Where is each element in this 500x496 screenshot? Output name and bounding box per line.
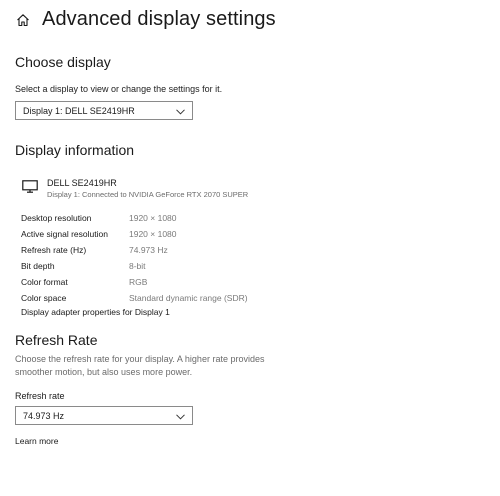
info-row-color-format: Color format RGB	[21, 274, 248, 290]
info-label: Active signal resolution	[21, 229, 108, 239]
info-row-refresh-rate: Refresh rate (Hz) 74.973 Hz	[21, 242, 248, 258]
info-label: Bit depth	[21, 261, 55, 271]
display-info-table: Desktop resolution 1920 × 1080 Active si…	[21, 210, 248, 306]
chevron-down-icon	[176, 107, 185, 115]
refresh-rate-heading: Refresh Rate	[15, 332, 98, 348]
learn-more-link[interactable]: Learn more	[15, 436, 58, 446]
refresh-rate-value: 74.973 Hz	[23, 410, 65, 421]
monitor-connection: Display 1: Connected to NVIDIA GeForce R…	[47, 190, 249, 199]
page-title: Advanced display settings	[42, 8, 276, 30]
chevron-down-icon	[176, 412, 185, 420]
settings-page: Advanced display settings Choose display…	[0, 0, 500, 496]
monitor-summary: DELL SE2419HR Display 1: Connected to NV…	[22, 178, 248, 199]
info-value: RGB	[129, 277, 148, 287]
monitor-text: DELL SE2419HR Display 1: Connected to NV…	[47, 178, 248, 199]
info-label: Desktop resolution	[21, 213, 92, 223]
page-header: Advanced display settings	[16, 8, 276, 31]
info-row-color-space: Color space Standard dynamic range (SDR)	[21, 290, 248, 306]
refresh-rate-dropdown[interactable]: 74.973 Hz	[15, 406, 193, 425]
info-label: Color space	[21, 293, 67, 303]
info-value: 1920 × 1080	[129, 213, 177, 223]
choose-display-description: Select a display to view or change the s…	[15, 84, 223, 94]
info-value: 74.973 Hz	[129, 245, 168, 255]
display-select-value: Display 1: DELL SE2419HR	[23, 105, 135, 116]
info-row-bit-depth: Bit depth 8-bit	[21, 258, 248, 274]
choose-display-heading: Choose display	[15, 54, 111, 70]
display-information-heading: Display information	[15, 142, 135, 158]
refresh-rate-field-label: Refresh rate	[15, 391, 65, 401]
info-row-active-signal-resolution: Active signal resolution 1920 × 1080	[21, 226, 248, 242]
info-label: Color format	[21, 277, 68, 287]
refresh-rate-description: Choose the refresh rate for your display…	[15, 354, 265, 377]
info-row-desktop-resolution: Desktop resolution 1920 × 1080	[21, 210, 248, 226]
monitor-name: DELL SE2419HR	[47, 178, 117, 188]
info-value: 8-bit	[129, 261, 146, 271]
home-icon[interactable]	[16, 13, 30, 27]
display-adapter-properties-link[interactable]: Display adapter properties for Display 1	[21, 307, 170, 317]
info-value: Standard dynamic range (SDR)	[129, 293, 248, 303]
info-value: 1920 × 1080	[129, 229, 177, 239]
info-label: Refresh rate (Hz)	[21, 245, 87, 255]
display-select-dropdown[interactable]: Display 1: DELL SE2419HR	[15, 101, 193, 120]
monitor-icon	[22, 180, 38, 193]
